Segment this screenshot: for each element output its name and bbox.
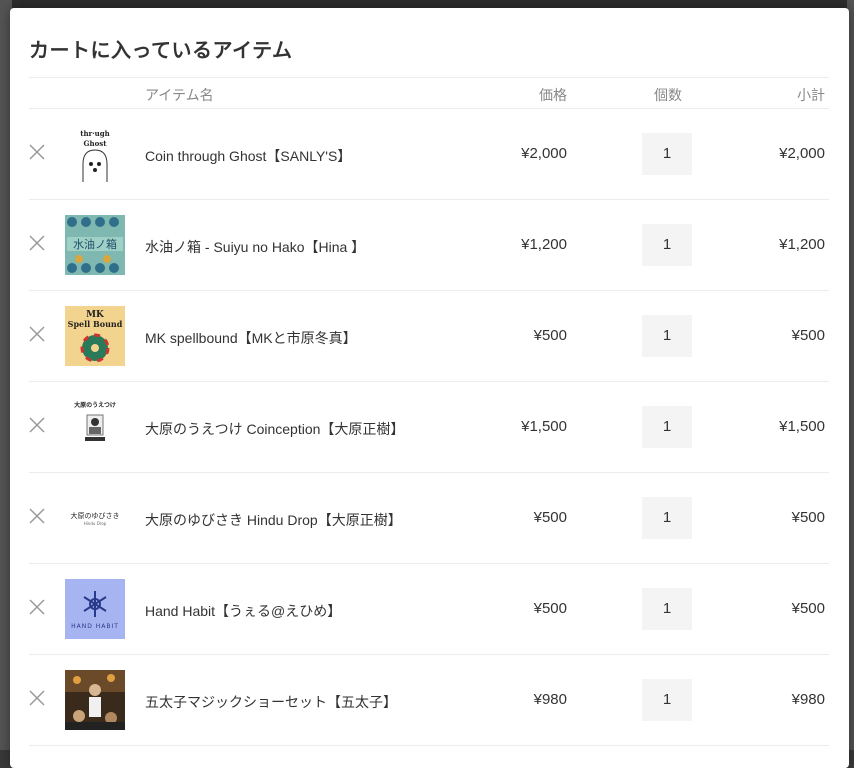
item-name[interactable]: 五太子マジックショーセット【五太子】	[145, 692, 397, 712]
item-thumbnail: MK Spell Bound	[65, 306, 125, 366]
svg-text:大原のうえつけ: 大原のうえつけ	[74, 401, 116, 409]
item-price: ¥500	[533, 509, 567, 526]
item-thumbnail: 水油ノ箱	[65, 215, 125, 275]
header-item: アイテム名	[145, 87, 214, 103]
table-row: thr·ugh Ghost Coin through Ghost【SANLY'S…	[29, 109, 829, 200]
item-price: ¥980	[533, 691, 567, 708]
table-row: HAND HABIT Hand Habit【うぇる@えひめ】 ¥500 1 ¥5…	[29, 564, 829, 655]
quantity-input[interactable]: 1	[642, 497, 692, 539]
svg-text:thr·ugh: thr·ugh	[80, 129, 110, 138]
item-name[interactable]: Hand Habit【うぇる@えひめ】	[145, 601, 341, 621]
cart-table: アイテム名 価格 個数 小計 thr·ugh Ghost Coin throug…	[29, 77, 829, 746]
item-name[interactable]: Coin through Ghost【SANLY'S】	[145, 146, 351, 166]
svg-text:大原のゆびさき: 大原のゆびさき	[71, 511, 120, 520]
item-subtotal: ¥1,200	[779, 236, 825, 253]
table-row: MK Spell Bound MK spellbound【MKと市原冬真】 ¥5…	[29, 291, 829, 382]
svg-text:水油ノ箱: 水油ノ箱	[73, 237, 117, 251]
table-row: 五太子マジックショーセット【五太子】 ¥980 1 ¥980	[29, 655, 829, 746]
quantity-input[interactable]: 1	[642, 133, 692, 175]
item-subtotal: ¥500	[791, 600, 825, 617]
table-header: アイテム名 価格 個数 小計	[29, 77, 829, 109]
table-row: 大原のゆびさき Hindu Drop 大原のゆびさき Hindu Drop【大原…	[29, 473, 829, 564]
quantity-input[interactable]: 1	[642, 588, 692, 630]
table-row: 大原のうえつけ 大原のうえつけ Coinception【大原正樹】 ¥1,500…	[29, 382, 829, 473]
item-thumbnail: thr·ugh Ghost	[65, 124, 125, 184]
table-row: 水油ノ箱 水油ノ箱 - Suiyu no Hako【Hina 】 ¥1,200 …	[29, 200, 829, 291]
item-thumbnail	[65, 670, 125, 730]
item-name[interactable]: 水油ノ箱 - Suiyu no Hako【Hina 】	[145, 237, 365, 257]
modal-title: カートに入っているアイテム	[29, 40, 293, 62]
item-price: ¥500	[533, 600, 567, 617]
item-subtotal: ¥500	[791, 327, 825, 344]
header-qty: 個数	[654, 87, 682, 103]
svg-text:Hindu Drop: Hindu Drop	[84, 521, 107, 526]
item-subtotal: ¥1,500	[779, 418, 825, 435]
svg-text:HAND HABIT: HAND HABIT	[71, 623, 119, 630]
remove-icon[interactable]	[29, 599, 45, 615]
item-subtotal: ¥500	[791, 509, 825, 526]
item-name[interactable]: 大原のうえつけ Coinception【大原正樹】	[145, 419, 404, 439]
svg-text:Spell Bound: Spell Bound	[68, 319, 123, 329]
item-thumbnail: 大原のうえつけ	[65, 397, 125, 457]
remove-icon[interactable]	[29, 508, 45, 524]
quantity-input[interactable]: 1	[642, 315, 692, 357]
item-name[interactable]: 大原のゆびさき Hindu Drop【大原正樹】	[145, 510, 402, 530]
remove-icon[interactable]	[29, 690, 45, 706]
remove-icon[interactable]	[29, 326, 45, 342]
header-price: 価格	[539, 87, 567, 103]
remove-icon[interactable]	[29, 144, 45, 160]
remove-icon[interactable]	[29, 417, 45, 433]
quantity-input[interactable]: 1	[642, 224, 692, 266]
item-name[interactable]: MK spellbound【MKと市原冬真】	[145, 328, 357, 348]
item-price: ¥1,200	[521, 236, 567, 253]
item-subtotal: ¥980	[791, 691, 825, 708]
header-subtotal: 小計	[797, 87, 825, 103]
item-subtotal: ¥2,000	[779, 145, 825, 162]
item-price: ¥500	[533, 327, 567, 344]
item-thumbnail: 大原のゆびさき Hindu Drop	[65, 488, 125, 548]
cart-modal: カートに入っているアイテム アイテム名 価格 個数 小計 thr·ugh Gho…	[10, 8, 849, 768]
svg-text:Ghost: Ghost	[84, 139, 108, 148]
item-thumbnail: HAND HABIT	[65, 579, 125, 639]
remove-icon[interactable]	[29, 235, 45, 251]
item-price: ¥2,000	[521, 145, 567, 162]
quantity-input[interactable]: 1	[642, 679, 692, 721]
quantity-input[interactable]: 1	[642, 406, 692, 448]
item-price: ¥1,500	[521, 418, 567, 435]
